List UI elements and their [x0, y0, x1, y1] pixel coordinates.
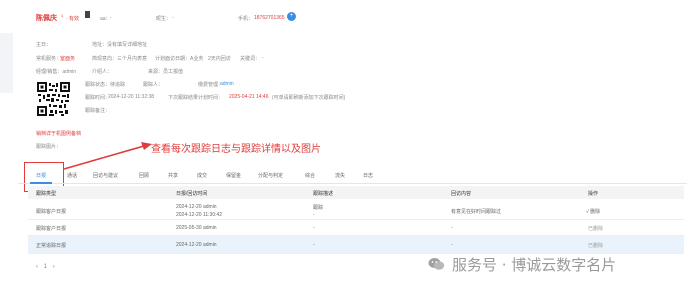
card-r2-label2: 下次跟踪结果计划时间：	[168, 95, 224, 101]
trash-icon[interactable]	[85, 11, 90, 18]
cell-time: 2024-12-20 admin	[176, 204, 217, 210]
phone-value[interactable]: 18762701365	[254, 15, 285, 21]
cell-content: -	[451, 242, 453, 248]
card-r1-value3: admin	[220, 81, 234, 87]
tab-assign[interactable]: 分配与判定	[258, 172, 283, 179]
wechat-icon	[428, 258, 445, 270]
cell-desc: 跟踪	[313, 205, 324, 211]
cell-time2: 2024-12-20 11:30:42	[176, 212, 223, 218]
info-row2-value1: 室面务	[60, 56, 76, 62]
annotation-arrow-icon	[63, 142, 152, 170]
info-row2-label5: 关键词：	[240, 56, 261, 62]
card-r3-label: 跟踪备注：	[85, 108, 111, 114]
card-r1-label2: 跟踪人：	[143, 82, 164, 88]
th-time: 日报/回访时间	[176, 191, 208, 197]
cell-content: 有意见在好时间跟踪过	[451, 209, 502, 215]
info-row2-label3: 计划面访日期：A业务	[155, 56, 204, 62]
tab-call[interactable]: 通话	[67, 172, 77, 179]
cell-desc: -	[313, 242, 315, 248]
field1-label: aa：	[100, 16, 111, 22]
watermark-text: 服务号 · 博诚云数字名片	[452, 256, 617, 274]
table-row: 正常追踪日报 2024-12-20 admin - - 已删除	[28, 236, 684, 254]
cell-type: 跟踪客户日报	[36, 209, 67, 215]
th-type: 跟踪类型	[36, 191, 57, 197]
active-tab-indicator	[30, 182, 52, 184]
cell-action: 已删除	[588, 226, 604, 232]
tab-deposit[interactable]: 保留金	[226, 172, 241, 179]
card-r2-label: 跟踪时间：	[85, 95, 111, 101]
red-link[interactable]: 销档详于机图例备档	[36, 130, 81, 137]
phone-label: 手机：	[238, 16, 254, 22]
cell-desc2: -	[313, 212, 315, 218]
th-action: 操作	[588, 191, 599, 197]
th-desc: 跟踪描述	[313, 191, 334, 197]
pagination: ‹ 1 ›	[36, 264, 55, 270]
tab-lost[interactable]: 流失	[335, 172, 345, 179]
th-content: 回访内容	[451, 191, 472, 197]
prev-page-button[interactable]: ‹	[36, 264, 38, 270]
card-r2-value: 2024-12-20 11:32:38	[108, 94, 155, 100]
card-r2-value2: 2025-04-21 14:46	[229, 94, 269, 100]
tab-deal[interactable]: 成交	[197, 172, 207, 179]
table-header: 跟踪类型 日报/回访时间 跟踪描述 回访内容 操作	[28, 186, 684, 199]
tab-revisit[interactable]: 回访与建议	[93, 172, 118, 179]
info-row1-label1: 主日：	[36, 42, 52, 48]
tab-review[interactable]: 回顾	[139, 172, 149, 179]
status-tag: · 有效	[66, 16, 80, 22]
cell-type: 跟踪客户日报	[36, 226, 67, 232]
table-row: 跟踪客户日报 2024-12-20 admin 2024-12-20 11:30…	[28, 199, 684, 220]
tab-general[interactable]: 综合	[305, 172, 315, 179]
tab-share[interactable]: 共享	[168, 172, 178, 179]
qr-code-icon	[37, 82, 70, 116]
card-r2-note: (可单请即刷新添加下次跟踪时间)	[272, 95, 346, 101]
cell-time: 2024-12-20 admin	[176, 242, 217, 248]
page-number[interactable]: 1	[44, 264, 47, 270]
info-row1-label2: 地址：没有填写详细地址	[92, 42, 148, 48]
field2-value: -	[172, 15, 174, 21]
cell-content: -	[451, 225, 453, 231]
info-row3-label3: 来源：员工报值	[148, 69, 184, 75]
tab-bar: 日报 通话 回访与建议 回顾 共享 成交 保留金 分配与判定 综合 流失 日志	[0, 172, 692, 182]
tab-log[interactable]: 日志	[363, 172, 373, 179]
info-row3-label2: 介绍人：	[92, 69, 113, 75]
annotation-text: 查看每次跟踪日志与跟踪详情以及图片	[151, 144, 321, 155]
cell-time: 2025-05-30 admin	[176, 225, 217, 231]
tabs-divider	[18, 183, 687, 184]
next-page-button[interactable]: ›	[53, 264, 55, 270]
cell-action: 已删除	[588, 243, 604, 249]
table-row: 跟踪客户日报 2025-05-30 admin - - 已删除	[28, 220, 684, 236]
field1-value: -	[110, 15, 112, 21]
info-row2-label1: 常机服务：	[36, 56, 62, 62]
card-r1-label: 跟踪状态：待追踪	[85, 82, 126, 88]
info-row2-label2: 简现意向：三个月内表意	[92, 56, 148, 62]
field2-label: 昵生：	[156, 16, 172, 22]
photo-label: 跟踪图片：	[36, 144, 62, 150]
customer-name: 陈佩庆	[36, 15, 57, 22]
add-button[interactable]: +	[287, 12, 296, 21]
info-row2-value5: -	[262, 55, 264, 61]
info-row2-label4: 2天内回访	[208, 56, 231, 62]
side-strip	[0, 33, 13, 93]
info-row3-label1: 经理/销售：admin	[36, 69, 77, 75]
cell-desc: -	[313, 225, 315, 231]
cell-type: 正常追踪日报	[36, 243, 67, 249]
delete-button[interactable]: √ 删除	[586, 208, 600, 215]
gender-icon: ♀	[60, 14, 65, 20]
tab-daily[interactable]: 日报	[36, 172, 46, 179]
